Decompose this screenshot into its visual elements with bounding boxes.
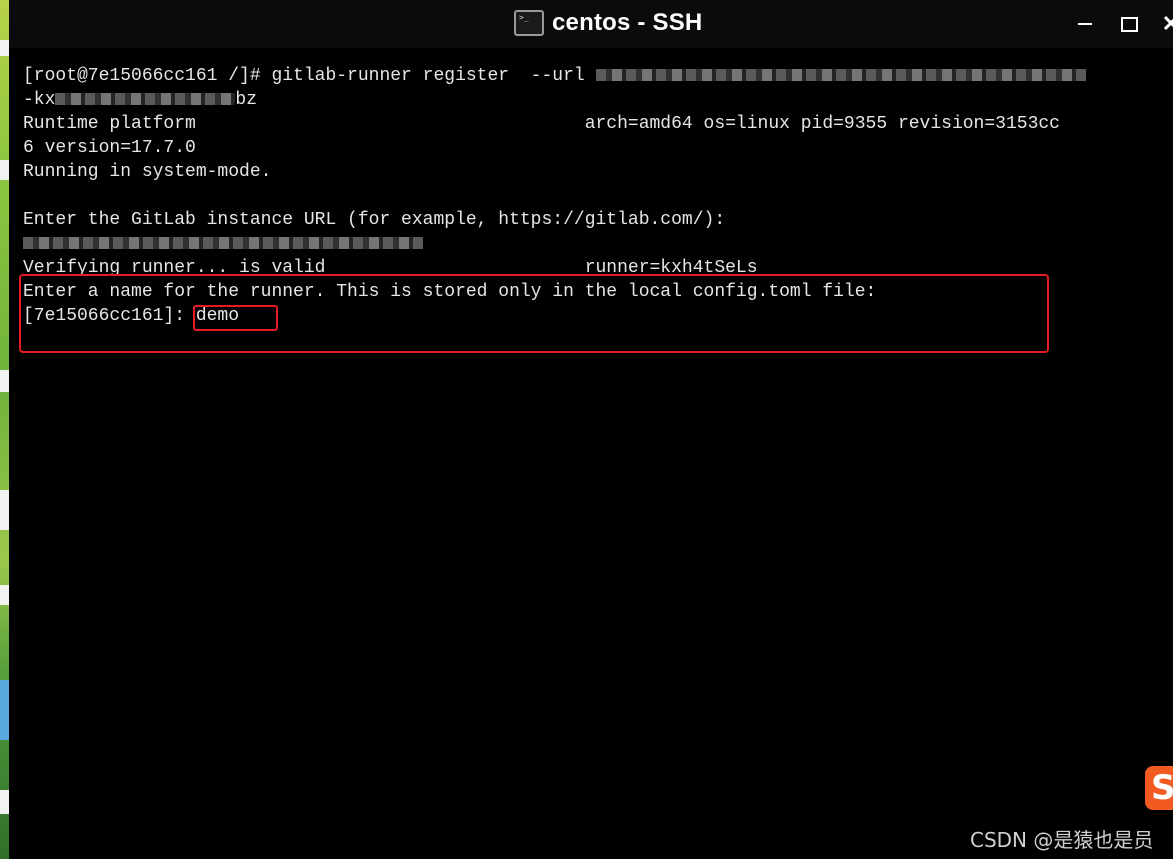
- desktop-icon-fragment: [0, 370, 9, 392]
- desktop-icon-fragment: [0, 160, 9, 180]
- terminal-output[interactable]: [root@7e15066cc161 /]# gitlab-runner reg…: [23, 64, 1173, 844]
- terminal-line: [23, 232, 423, 256]
- desktop-icon-fragment: [0, 790, 9, 814]
- desktop-icon-fragment: [0, 680, 9, 740]
- highlight-box-answer: [193, 305, 278, 331]
- maximize-button[interactable]: [1115, 10, 1143, 38]
- terminal-app-icon: >_: [514, 10, 544, 36]
- close-icon: ✕: [1161, 11, 1173, 36]
- window-title: centos - SSH: [552, 9, 703, 36]
- highlight-box-prompt: [19, 274, 1049, 353]
- terminal-line: [root@7e15066cc161 /]# gitlab-runner reg…: [23, 64, 1086, 88]
- terminal-line-text: bz: [235, 90, 258, 110]
- csdn-logo-icon: S: [1145, 766, 1173, 810]
- terminal-line: Enter the GitLab instance URL (for examp…: [23, 210, 726, 230]
- terminal-line: 6 version=17.7.0: [23, 138, 196, 158]
- minimize-button[interactable]: [1071, 10, 1099, 38]
- terminal-line: Runtime platform arch=amd64 os=linux pid…: [23, 114, 1060, 134]
- desktop-icon-fragment: [0, 40, 9, 56]
- maximize-icon: [1120, 16, 1138, 32]
- csdn-watermark: CSDN @是猿也是员: [970, 828, 1154, 852]
- desktop-icon-fragment: [0, 585, 9, 605]
- minimize-icon: [1078, 23, 1092, 25]
- title-group: >_ centos - SSH: [514, 6, 702, 40]
- redacted-token: [55, 93, 236, 106]
- terminal-line-text: -kx: [23, 90, 56, 110]
- terminal-line: -kx bz: [23, 88, 257, 112]
- terminal-line: Running in system-mode.: [23, 162, 272, 182]
- title-bar[interactable]: >_ centos - SSH ✕: [9, 0, 1173, 48]
- desktop-background-strip: [0, 0, 9, 859]
- close-button[interactable]: ✕: [1157, 10, 1173, 38]
- redacted-url: [23, 237, 423, 250]
- ssh-terminal-window: >_ centos - SSH ✕ [root@7e15066cc161 /]#…: [9, 0, 1173, 859]
- desktop-icon-fragment: [0, 490, 9, 530]
- terminal-line-text: [root@7e15066cc161 /]# gitlab-runner reg…: [23, 66, 596, 86]
- redacted-url: [595, 69, 1086, 82]
